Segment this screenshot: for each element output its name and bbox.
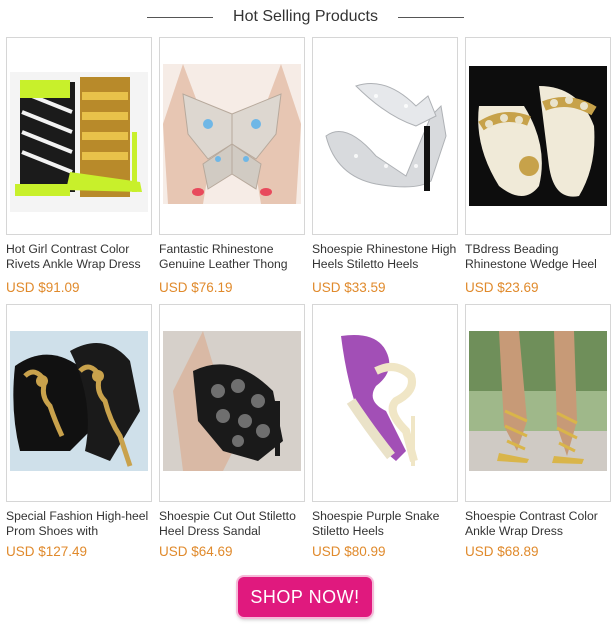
product-image-link[interactable] — [312, 37, 458, 235]
product-price: USD $80.99 — [312, 544, 386, 559]
product-name[interactable]: Shoespie Rhinestone High Heels Stiletto … — [312, 242, 458, 272]
product-price: USD $91.09 — [6, 280, 80, 295]
product-name[interactable]: Hot Girl Contrast Color Rivets Ankle Wra… — [6, 242, 152, 272]
beaded-thong-sandal-image — [469, 66, 607, 206]
product-price: USD $127.49 — [6, 544, 88, 559]
purple-snake-heel-image — [316, 331, 454, 471]
floral-cutout-bootie-image — [163, 331, 301, 471]
product-image-link[interactable] — [312, 304, 458, 502]
product-name[interactable]: Special Fashion High-heel Prom Shoes wit… — [6, 509, 152, 539]
silver-rhinestone-pump-image — [316, 66, 454, 206]
header-divider-left — [147, 17, 213, 18]
product-price: USD $33.59 — [312, 280, 386, 295]
product-name[interactable]: Shoespie Purple Snake Stiletto Heels — [312, 509, 458, 539]
product-image-link[interactable] — [465, 304, 611, 502]
section-header: Hot Selling Products — [0, 6, 616, 28]
scorpion-heel-shoe-image — [10, 331, 148, 471]
product-name[interactable]: TBdress Beading Rhinestone Wedge Heel — [465, 242, 611, 272]
product-price: USD $76.19 — [159, 280, 233, 295]
product-name[interactable]: Fantastic Rhinestone Genuine Leather Tho… — [159, 242, 305, 272]
gold-ankle-wrap-heel-image — [469, 331, 607, 471]
shop-now-button[interactable]: SHOP NOW! — [238, 577, 372, 617]
product-name[interactable]: Shoespie Cut Out Stiletto Heel Dress San… — [159, 509, 305, 539]
product-image-link[interactable] — [159, 37, 305, 235]
neon-strappy-heel-image — [10, 72, 148, 212]
product-price: USD $68.89 — [465, 544, 539, 559]
product-image-link[interactable] — [465, 37, 611, 235]
product-price: USD $64.69 — [159, 544, 233, 559]
section-title: Hot Selling Products — [233, 8, 378, 25]
product-image-link[interactable] — [159, 304, 305, 502]
product-price: USD $23.69 — [465, 280, 539, 295]
product-image-link[interactable] — [6, 37, 152, 235]
header-divider-right — [398, 17, 464, 18]
butterfly-rhinestone-sandal-image — [163, 64, 301, 204]
product-name[interactable]: Shoespie Contrast Color Ankle Wrap Dress — [465, 509, 611, 539]
product-image-link[interactable] — [6, 304, 152, 502]
